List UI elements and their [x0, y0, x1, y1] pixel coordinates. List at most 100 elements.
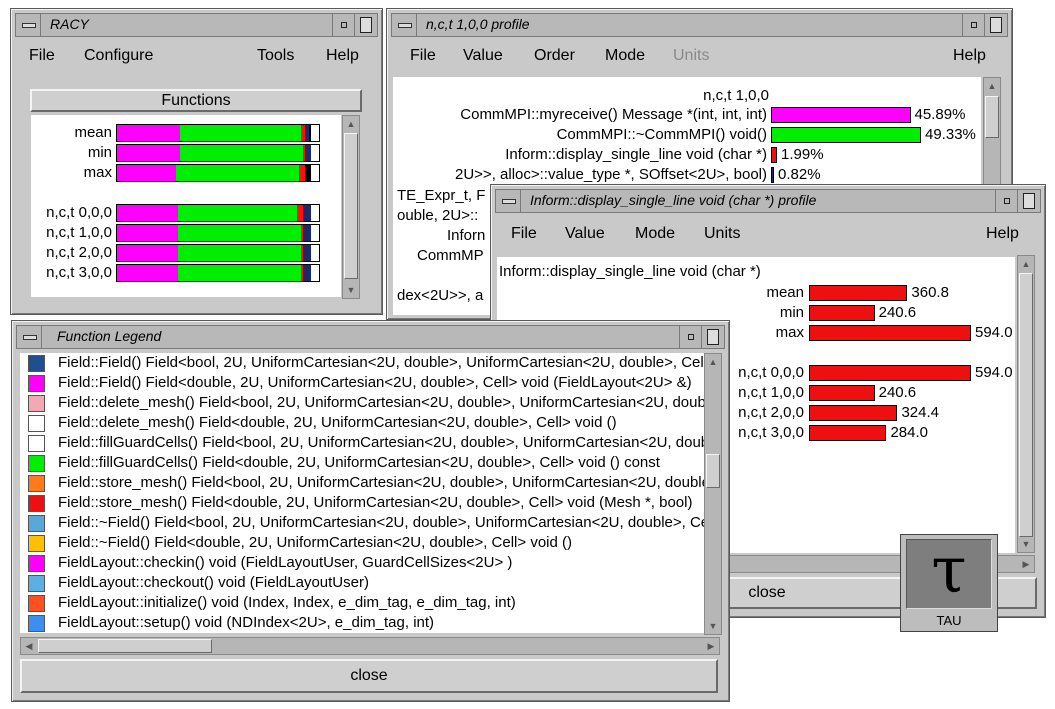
bar-segment[interactable] [177, 265, 301, 281]
display-bar[interactable] [809, 385, 875, 401]
menu-help[interactable]: Help [953, 47, 986, 65]
partial-label: ouble, 2U>:: [397, 207, 479, 224]
bar-segment[interactable] [308, 125, 311, 141]
minimize-icon[interactable] [995, 190, 1018, 212]
bar-segment[interactable] [117, 125, 180, 141]
display-bar[interactable] [809, 405, 898, 421]
legend-item-label: Field::~Field() Field<bool, 2U, UniformC… [58, 514, 704, 531]
window-menu-icon[interactable] [392, 14, 417, 36]
legend-item-label: FieldLayout::initialize() void (Index, I… [58, 594, 516, 611]
menu-mode[interactable]: Mode [635, 225, 675, 243]
bar-segment[interactable] [302, 245, 311, 261]
maximize-icon[interactable] [984, 14, 1007, 36]
tau-icon[interactable]: τ TAU [900, 534, 998, 632]
bar-segment[interactable] [302, 265, 311, 281]
scroll-thumb[interactable] [985, 96, 999, 138]
menu-file[interactable]: File [410, 47, 436, 65]
menu-value[interactable]: Value [565, 225, 605, 243]
window-menu-icon[interactable] [17, 326, 42, 348]
display-titlebar[interactable]: Inform::display_single_line void (char *… [495, 189, 1041, 213]
scroll-thumb[interactable] [344, 133, 358, 279]
scroll-up-arrow-icon[interactable]: ▲ [985, 79, 999, 93]
racy-titlebar[interactable]: RACY [15, 13, 378, 37]
bar-segment[interactable] [117, 145, 180, 161]
menu-tools[interactable]: Tools [257, 47, 294, 65]
profile-bar[interactable] [771, 167, 774, 183]
scroll-up-arrow-icon[interactable]: ▲ [706, 355, 720, 369]
bar-segment[interactable] [117, 265, 178, 281]
minimize-icon[interactable] [962, 14, 985, 36]
racy-stacked-bar[interactable] [116, 164, 320, 182]
bar-segment[interactable] [302, 225, 311, 241]
bar-segment[interactable] [117, 205, 178, 221]
bar-segment[interactable] [117, 225, 178, 241]
legend-color-swatch [28, 535, 45, 552]
menu-help[interactable]: Help [986, 225, 1019, 243]
racy-stacked-bar[interactable] [116, 224, 320, 242]
display-bar-value: 360.8 [911, 284, 949, 301]
menu-help[interactable]: Help [326, 47, 359, 65]
maximize-icon[interactable] [354, 14, 377, 36]
bar-segment[interactable] [117, 245, 178, 261]
bar-segment[interactable] [177, 205, 297, 221]
bar-segment[interactable] [179, 145, 303, 161]
display-bar[interactable] [809, 285, 908, 301]
profile-bar[interactable] [771, 127, 921, 143]
legend-hscrollbar[interactable]: ◀ ▶ [20, 637, 720, 655]
scroll-down-arrow-icon[interactable]: ▼ [1019, 537, 1033, 551]
scroll-down-arrow-icon[interactable]: ▼ [706, 619, 720, 633]
legend-vscrollbar[interactable]: ▲ ▼ [704, 353, 722, 635]
scroll-up-arrow-icon[interactable]: ▲ [344, 117, 358, 131]
scroll-thumb[interactable] [706, 454, 720, 488]
profile-bar[interactable] [771, 107, 911, 123]
scroll-up-arrow-icon[interactable]: ▲ [1019, 257, 1033, 271]
bar-segment[interactable] [179, 125, 301, 141]
minimize-icon[interactable] [332, 14, 355, 36]
legend-item-label: Field::Field() Field<bool, 2U, UniformCa… [58, 354, 704, 371]
window-menu-icon[interactable] [16, 14, 41, 36]
bar-segment[interactable] [177, 225, 301, 241]
maximize-icon[interactable] [1017, 190, 1040, 212]
menu-file[interactable]: File [29, 47, 55, 65]
display-header: Inform::display_single_line void (char *… [499, 263, 761, 280]
menu-mode[interactable]: Mode [605, 47, 645, 65]
racy-vscrollbar[interactable]: ▲ ▼ [342, 115, 360, 299]
scroll-thumb[interactable] [1019, 273, 1033, 537]
bar-segment[interactable] [304, 165, 311, 181]
menu-units[interactable]: Units [704, 225, 740, 243]
minimize-icon[interactable] [679, 326, 702, 348]
legend-color-swatch [28, 455, 45, 472]
functions-button[interactable]: Functions [30, 89, 362, 112]
profile-bar[interactable] [771, 147, 778, 163]
menu-configure[interactable]: Configure [84, 47, 153, 65]
display-bar[interactable] [809, 365, 971, 381]
bar-segment[interactable] [117, 165, 176, 181]
scroll-left-arrow-icon[interactable]: ◀ [22, 639, 36, 653]
racy-stacked-bar[interactable] [116, 264, 320, 282]
racy-stacked-bar[interactable] [116, 124, 320, 142]
bar-segment[interactable] [302, 205, 311, 221]
racy-stacked-bar[interactable] [116, 204, 320, 222]
display-bar[interactable] [809, 425, 887, 441]
display-vscrollbar[interactable]: ▲ ▼ [1017, 255, 1035, 553]
scroll-right-arrow-icon[interactable]: ▶ [704, 639, 718, 653]
profile-titlebar[interactable]: n,c,t 1,0,0 profile [391, 13, 1008, 37]
scroll-thumb[interactable] [38, 639, 212, 653]
menu-order[interactable]: Order [534, 47, 575, 65]
window-menu-icon[interactable] [496, 190, 521, 212]
maximize-icon[interactable] [701, 326, 724, 348]
bar-segment[interactable] [304, 145, 311, 161]
legend-titlebar[interactable]: Function Legend [16, 325, 725, 349]
scroll-right-arrow-icon[interactable]: ▶ [1019, 557, 1033, 571]
scroll-down-arrow-icon[interactable]: ▼ [344, 283, 358, 297]
display-bar[interactable] [809, 305, 875, 321]
bar-segment[interactable] [177, 245, 301, 261]
legend-close-button[interactable]: close [20, 659, 718, 693]
racy-stacked-bar[interactable] [116, 244, 320, 262]
menu-units-disabled: Units [673, 47, 710, 64]
menu-file[interactable]: File [511, 225, 537, 243]
bar-segment[interactable] [175, 165, 299, 181]
display-bar[interactable] [809, 325, 971, 341]
racy-stacked-bar[interactable] [116, 144, 320, 162]
menu-value[interactable]: Value [463, 47, 503, 65]
